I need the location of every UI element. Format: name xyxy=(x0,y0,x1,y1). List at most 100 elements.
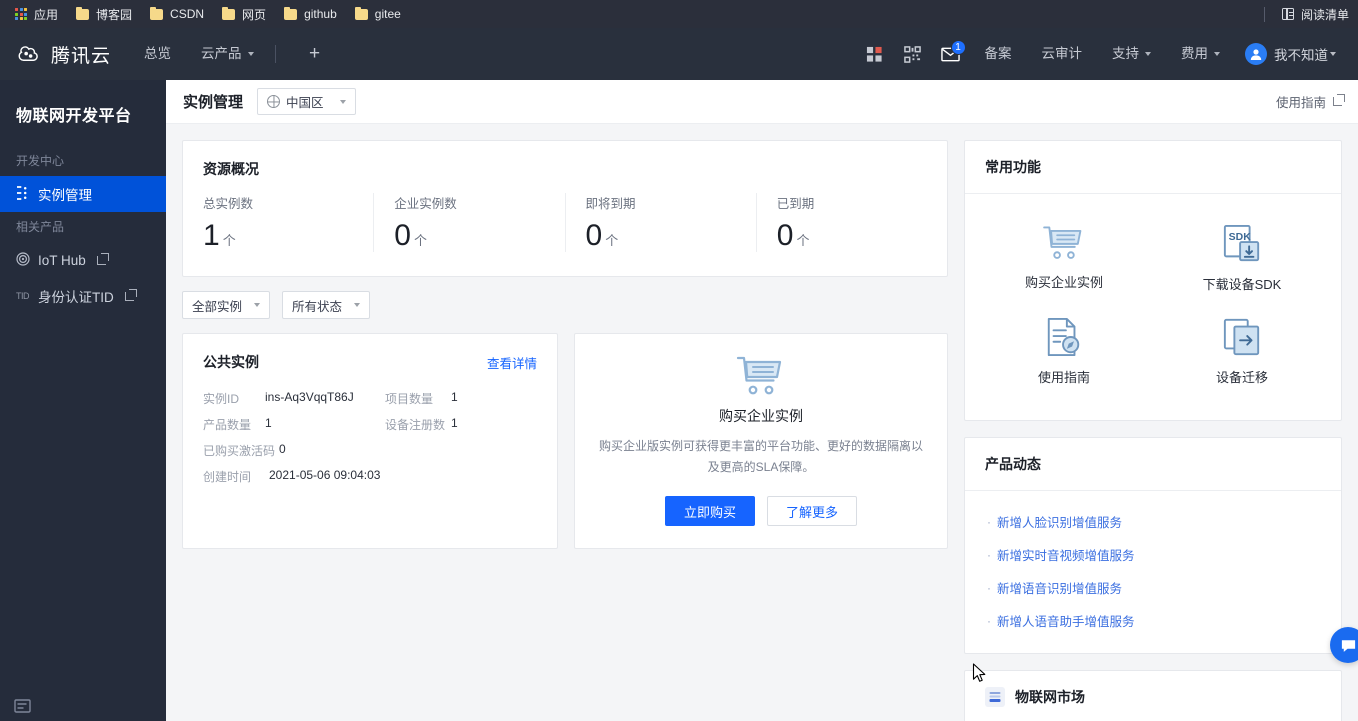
chat-bubble-icon xyxy=(1341,639,1355,652)
nav-link-beian[interactable]: 备案 xyxy=(970,28,1027,80)
news-item[interactable]: · 新增人脸识别增值服务 xyxy=(987,505,1319,538)
news-item[interactable]: · 新增实时音视频增值服务 xyxy=(987,538,1319,571)
function-label: 购买企业实例 xyxy=(1024,275,1103,290)
external-link-icon xyxy=(124,288,137,301)
user-menu[interactable]: 我不知道 xyxy=(1235,28,1346,80)
field-value: 1 xyxy=(451,390,458,404)
folder-icon xyxy=(222,6,236,20)
view-detail-link[interactable]: 查看详情 xyxy=(487,353,537,372)
iot-market-card[interactable]: 物联网市场 xyxy=(964,670,1342,721)
qrcode-icon xyxy=(904,45,921,63)
folder-icon xyxy=(284,6,298,20)
news-item[interactable]: · 新增人语音助手增值服务 xyxy=(987,604,1319,637)
nav-link-cloud-products[interactable]: 云产品 xyxy=(186,28,269,80)
product-news-card: 产品动态 · 新增人脸识别增值服务 · 新增实时音视频增值服务 · 新增语音识别 xyxy=(964,437,1342,654)
divider xyxy=(274,45,276,63)
bookmark-label: gitee xyxy=(374,7,401,21)
function-device-migration[interactable]: 设备迁移 xyxy=(1153,309,1331,394)
bookmark-item[interactable]: 网页 xyxy=(213,3,275,26)
nav-link-support[interactable]: 支持 xyxy=(1097,28,1166,80)
bookmark-item[interactable]: gitee xyxy=(346,4,410,24)
field-value: 2021-05-06 09:04:03 xyxy=(269,468,381,482)
plus-icon: + xyxy=(308,43,321,64)
field-value: 1 xyxy=(265,416,272,430)
common-functions-card: 常用功能 购买企业实例 SDK 下载设备SDK 使用指南 设备迁移 xyxy=(964,140,1342,421)
guide-link[interactable]: 使用指南 xyxy=(1276,92,1345,111)
reading-list-button[interactable]: 阅读清单 xyxy=(1273,3,1358,26)
bookmark-apps[interactable]: 应用 xyxy=(6,3,67,26)
dashboard-button[interactable] xyxy=(856,28,894,80)
bookmark-label: 网页 xyxy=(242,7,267,22)
folder-icon xyxy=(76,6,90,20)
external-link-icon xyxy=(96,252,109,265)
buy-card-actions: 立即购买 了解更多 xyxy=(664,496,858,526)
chevron-down-icon xyxy=(1145,52,1151,56)
nav-link-cloud-audit[interactable]: 云审计 xyxy=(1027,28,1098,80)
buy-card-title: 购买企业实例 xyxy=(719,408,803,424)
chevron-down-icon xyxy=(339,99,346,104)
guide-doc-icon xyxy=(1047,317,1080,357)
learn-more-button[interactable]: 了解更多 xyxy=(767,496,858,526)
qrcode-button[interactable] xyxy=(894,28,932,80)
add-tab-button[interactable]: + xyxy=(300,39,330,69)
function-label: 下载设备SDK xyxy=(1202,277,1282,292)
bookmark-label: CSDN xyxy=(170,7,205,21)
device-migrate-icon xyxy=(1223,318,1260,356)
buy-card-description: 购买企业版实例可获得更丰富的平台功能、更好的数据隔离以及更高的SLA保障。 xyxy=(598,439,923,474)
instance-icon xyxy=(16,185,30,203)
sidebar-item-label: 实例管理 xyxy=(38,188,92,203)
nav-link-label: 备案 xyxy=(984,46,1012,61)
divider xyxy=(1263,6,1265,22)
stat-unit: 个 xyxy=(796,233,810,248)
bookmark-item[interactable]: github xyxy=(275,4,346,24)
page-title: 实例管理 xyxy=(183,94,244,111)
bookmark-item[interactable]: CSDN xyxy=(141,4,213,24)
news-item[interactable]: · 新增语音识别增值服务 xyxy=(987,571,1319,604)
stat-value: 1 xyxy=(203,219,220,252)
bookmark-label: 博客园 xyxy=(96,7,133,22)
tencent-cloud-logo xyxy=(18,46,38,61)
right-column: 常用功能 购买企业实例 SDK 下载设备SDK 使用指南 设备迁移 产品动态 ·… xyxy=(964,140,1342,721)
status-filter[interactable]: 所有状态 xyxy=(282,291,371,319)
stat-value-wrap: 1个 xyxy=(203,219,353,252)
sidebar-item-instance-management[interactable]: 实例管理 xyxy=(0,176,166,212)
chevron-down-icon xyxy=(254,303,261,307)
chevron-down-icon xyxy=(1214,52,1220,56)
buy-now-button[interactable]: 立即购买 xyxy=(664,496,755,526)
nav-link-billing[interactable]: 费用 xyxy=(1166,28,1235,80)
region-selector[interactable]: 中国区 xyxy=(257,88,356,115)
nav-link-label: 费用 xyxy=(1181,46,1208,61)
field-value: 1 xyxy=(451,416,458,430)
instance-type-filter[interactable]: 全部实例 xyxy=(182,291,271,319)
bookmark-apps-label: 应用 xyxy=(34,7,59,22)
news-label: 新增语音识别增值服务 xyxy=(997,582,1123,596)
user-avatar-icon xyxy=(1245,43,1267,65)
sidebar-collapse-button[interactable] xyxy=(0,690,166,721)
stat-unit: 个 xyxy=(222,233,236,248)
filter-label: 所有状态 xyxy=(292,299,343,314)
nav-link-label: 云审计 xyxy=(1041,46,1083,61)
main-content: 实例管理 中国区 使用指南 资源概况 总实例数 1 个 企业实例数 0 个 即将… xyxy=(166,80,1358,721)
message-badge: 1 xyxy=(950,40,966,55)
function-usage-guide[interactable]: 使用指南 xyxy=(975,309,1153,394)
reading-list-icon xyxy=(1281,8,1294,21)
filter-label: 全部实例 xyxy=(192,299,243,314)
sdk-download-icon: SDK xyxy=(1223,224,1260,262)
function-buy-enterprise-instance[interactable]: 购买企业实例 xyxy=(975,216,1153,301)
public-instance-card[interactable]: 公共实例 查看详情 实例ID ins-Aq3VqqT86J 项目数量 1 产品数… xyxy=(182,333,558,549)
floating-chat-button[interactable] xyxy=(1330,627,1358,663)
function-download-device-sdk[interactable]: SDK 下载设备SDK xyxy=(1153,216,1331,301)
stat-label: 总实例数 xyxy=(203,197,254,211)
bookmark-item[interactable]: 博客园 xyxy=(67,3,141,26)
sidebar-item-iot-hub[interactable]: IoT Hub xyxy=(0,242,166,278)
brand-home-link[interactable]: 腾讯云 xyxy=(0,41,129,68)
common-functions-grid: 购买企业实例 SDK 下载设备SDK 使用指南 设备迁移 xyxy=(965,194,1341,420)
nav-link-overview[interactable]: 总览 xyxy=(129,28,186,80)
sidebar-item-tid[interactable]: TID 身份认证TID xyxy=(0,278,166,314)
messages-button[interactable]: 1 xyxy=(932,28,970,80)
sidebar-item-label: IoT Hub xyxy=(38,252,86,268)
field-key: 项目数量 xyxy=(385,392,434,406)
resource-overview-card: 资源概况 总实例数 1个 企业实例数 0个 即将到期 0 个 已到期 0 个 xyxy=(182,140,948,277)
stat-expiring-soon: 即将到期 0个 xyxy=(566,193,757,252)
sidebar-title: 物联网开发平台 xyxy=(16,108,132,125)
